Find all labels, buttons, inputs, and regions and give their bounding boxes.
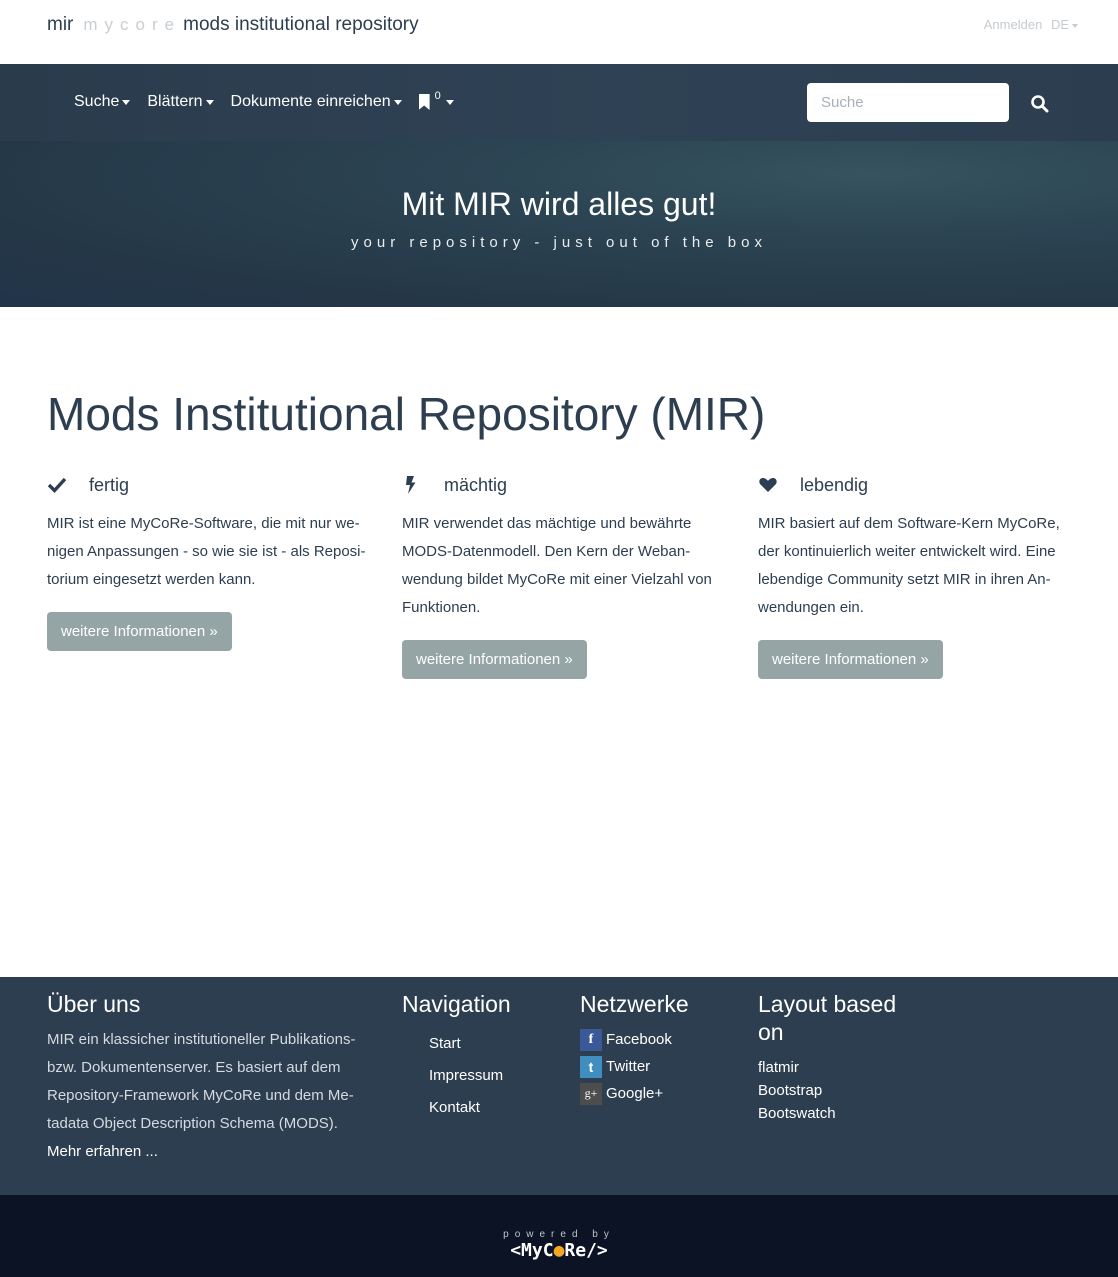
chevron-down-icon: [205, 99, 214, 105]
brand-short: mir: [47, 14, 74, 35]
facebook-icon: f: [580, 1028, 602, 1051]
nav-item-basket[interactable]: 0: [418, 90, 454, 110]
social-label: Google+: [606, 1085, 664, 1102]
hero-subtitle: your repository - just out of the box: [351, 234, 767, 251]
footer-about-title: Über uns: [47, 991, 141, 1017]
social-label: Twitter: [606, 1058, 651, 1075]
basket-count: 0: [434, 90, 441, 102]
top-header: mir mycore mods institutional repository A…: [0, 0, 1118, 64]
footer-link-start[interactable]: Start: [429, 1028, 511, 1060]
nav-item-label: Dokumente einreichen: [230, 93, 391, 110]
brand-mycore: mycore: [83, 15, 182, 34]
logo-dot: ●: [553, 1240, 565, 1261]
nav-item-label: Suche: [74, 93, 120, 110]
footer-networks: Netzwerke f Facebook t Twitter g+ Google…: [580, 990, 689, 1107]
twitter-link[interactable]: t Twitter: [580, 1053, 689, 1080]
hero-title: Mit MIR wird alles gut!: [401, 186, 717, 222]
feature-text: MIR basiert auf dem Software-Kern MyCoRe…: [758, 515, 1060, 616]
bolt-icon: [406, 476, 416, 494]
footer: Über uns MIR ein klassicher institutione…: [0, 977, 1118, 1195]
feature-maechtig: mächtig MIR verwendet das mächtige und b…: [402, 474, 722, 679]
nav-item-label: Blättern: [147, 93, 203, 110]
footer-layout: Layout based on flatmir Bootstrap Bootsw…: [758, 990, 908, 1125]
footer-networks-title: Netzwerke: [580, 991, 689, 1017]
feature-title: mächtig: [444, 474, 508, 495]
more-info-button[interactable]: weitere Informationen »: [47, 612, 232, 651]
logo-right: Re/>: [564, 1240, 608, 1261]
language-label: DE: [1050, 17, 1069, 32]
facebook-link[interactable]: f Facebook: [580, 1026, 689, 1053]
search-icon: [1031, 95, 1049, 113]
feature-title: fertig: [89, 474, 130, 495]
feature-text: MIR ist eine MyCoRe-Software, die mit nu…: [47, 515, 366, 588]
nav-item-search[interactable]: Suche: [74, 93, 131, 111]
feature-fertig: fertig MIR ist eine MyCoRe-Software, die…: [47, 474, 367, 651]
bookmark-icon: [418, 94, 430, 110]
nav-item-submit[interactable]: Dokumente einreichen: [231, 93, 402, 111]
layout-link-flatmir[interactable]: flatmir: [758, 1056, 908, 1079]
search-button[interactable]: [1028, 92, 1052, 116]
social-links: f Facebook t Twitter g+ Google+: [580, 1026, 689, 1107]
footer-layout-title: Layout based on: [758, 991, 897, 1045]
nav-menu: Suche Blättern Dokumente einreichen 0: [74, 90, 471, 111]
logo-left: <MyC: [510, 1240, 554, 1261]
more-info-button[interactable]: weitere Informationen »: [402, 640, 587, 679]
chevron-down-icon: [1072, 23, 1078, 28]
feature-text: MIR verwendet das mächtige und bewährte …: [402, 515, 712, 616]
layout-link-bootswatch[interactable]: Bootswatch: [758, 1102, 908, 1125]
footer-nav-title: Navigation: [402, 991, 511, 1017]
feature-header: lebendig: [758, 474, 1078, 496]
check-icon: [47, 477, 67, 493]
login-link[interactable]: Anmelden: [984, 17, 1043, 32]
hero-banner: Mit MIR wird alles gut! your repository …: [0, 141, 1118, 307]
footer-about: Über uns MIR ein klassicher institutione…: [47, 990, 377, 1166]
twitter-icon: t: [580, 1055, 602, 1078]
powered-by-bar: powered by <MyC●Re/>: [0, 1195, 1118, 1277]
chevron-down-icon: [122, 99, 131, 105]
read-more-link[interactable]: Mehr erfahren ...: [47, 1138, 377, 1166]
language-selector[interactable]: DE: [1051, 17, 1078, 32]
feature-title: lebendig: [800, 474, 869, 495]
footer-link-kontakt[interactable]: Kontakt: [429, 1092, 511, 1124]
chevron-down-icon: [445, 99, 454, 105]
mycore-logo[interactable]: <MyC●Re/>: [0, 1240, 1118, 1261]
nav-item-browse[interactable]: Blättern: [147, 93, 214, 111]
more-info-button[interactable]: weitere Informationen »: [758, 640, 943, 679]
feature-header: mächtig: [402, 474, 722, 496]
powered-by-label: powered by: [503, 1229, 615, 1240]
heart-icon: [759, 477, 777, 492]
google-plus-link[interactable]: g+ Google+: [580, 1080, 689, 1107]
footer-nav-list: Start Impressum Kontakt: [402, 1028, 511, 1124]
search-input[interactable]: [807, 83, 1009, 122]
main-navbar: Suche Blättern Dokumente einreichen 0: [0, 64, 1118, 141]
page-title: Mods Institutional Repository (MIR): [47, 388, 766, 440]
footer-about-text: MIR ein klassicher institutioneller Publ…: [47, 1031, 356, 1132]
layout-link-bootstrap[interactable]: Bootstrap: [758, 1079, 908, 1102]
feature-header: fertig: [47, 474, 367, 496]
chevron-down-icon: [393, 99, 402, 105]
footer-link-impressum[interactable]: Impressum: [429, 1060, 511, 1092]
layout-list: flatmir Bootstrap Bootswatch: [758, 1056, 908, 1125]
google-plus-icon: g+: [580, 1082, 602, 1105]
brand[interactable]: mir mycore mods institutional repository: [47, 14, 419, 36]
feature-lebendig: lebendig MIR basiert auf dem Software-Ke…: [758, 474, 1078, 679]
social-label: Facebook: [606, 1031, 672, 1048]
user-menu: Anmelden DE: [984, 17, 1078, 32]
footer-navigation: Navigation Start Impressum Kontakt: [402, 990, 511, 1124]
brand-title: mods institutional repository: [183, 14, 419, 35]
